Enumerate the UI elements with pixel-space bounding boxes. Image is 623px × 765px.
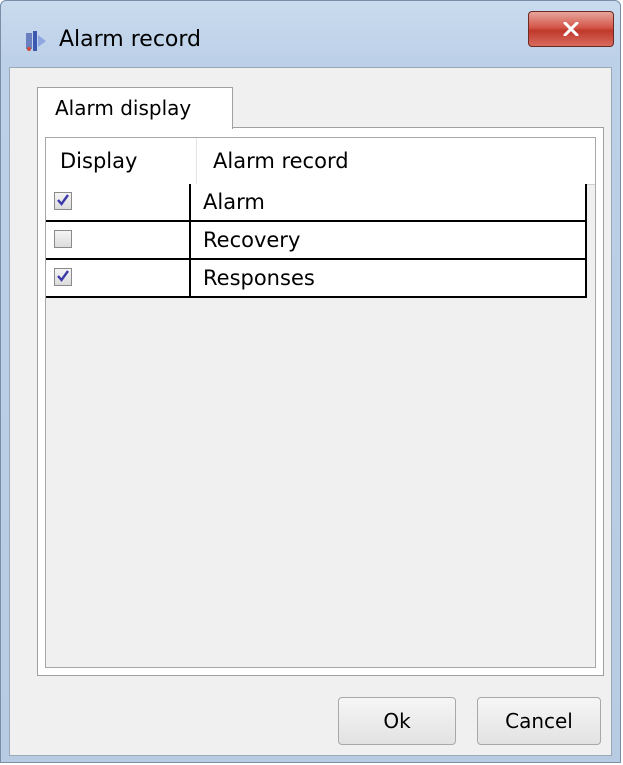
table-row[interactable]: Alarm: [46, 184, 587, 222]
display-cell: [46, 260, 191, 296]
window-title: Alarm record: [59, 27, 202, 52]
checkmark-icon: [57, 194, 69, 206]
display-checkbox[interactable]: [54, 192, 72, 210]
dialog-window: Alarm record Alarm display Display Alarm…: [0, 0, 621, 763]
column-header-alarm-record[interactable]: Alarm record: [196, 138, 595, 184]
table-row[interactable]: Recovery: [46, 222, 587, 260]
checkmark-icon: [57, 270, 69, 282]
grid-header: Display Alarm record: [46, 138, 595, 185]
column-header-display[interactable]: Display: [46, 138, 196, 184]
title-bar[interactable]: Alarm record: [1, 1, 620, 67]
alarm-app-icon: [24, 29, 48, 53]
display-cell: [46, 184, 191, 220]
display-cell: [46, 222, 191, 258]
display-checkbox[interactable]: [54, 268, 72, 286]
alarm-record-cell: Recovery: [203, 228, 301, 252]
cancel-button[interactable]: Cancel: [477, 697, 601, 745]
tab-alarm-display[interactable]: Alarm display: [37, 87, 233, 129]
close-button[interactable]: [528, 11, 614, 47]
dialog-body: Alarm display Display Alarm record Alarm: [9, 67, 612, 756]
display-checkbox[interactable]: [54, 230, 72, 248]
ok-button[interactable]: Ok: [338, 697, 456, 745]
alarm-record-cell: Alarm: [203, 190, 265, 214]
alarm-grid: Display Alarm record Alarm Recovery Resp…: [45, 137, 596, 668]
table-row[interactable]: Responses: [46, 260, 587, 298]
tab-panel: Display Alarm record Alarm Recovery Resp…: [37, 127, 604, 676]
close-icon: [563, 22, 579, 36]
alarm-record-cell: Responses: [203, 266, 315, 290]
